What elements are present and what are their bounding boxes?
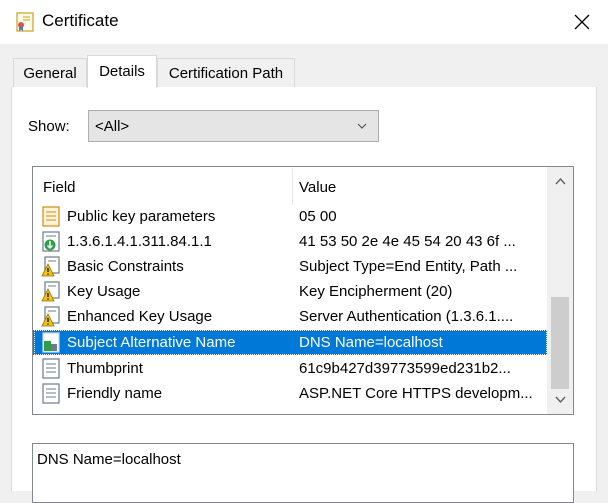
chevron-up-icon bbox=[554, 177, 566, 185]
row-value: 61c9b427d39773599ed231b2... bbox=[299, 360, 511, 377]
close-button[interactable] bbox=[560, 4, 604, 40]
fields-list[interactable]: Field Value Public key parameters 05 00 … bbox=[32, 166, 574, 415]
table-row[interactable]: Public key parameters 05 00 bbox=[33, 204, 547, 229]
document-icon bbox=[42, 206, 60, 227]
table-row[interactable]: Key Usage Key Encipherment (20) bbox=[33, 279, 547, 304]
window-title: Certificate bbox=[42, 11, 119, 30]
row-field: Public key parameters bbox=[67, 208, 216, 225]
row-value: Key Encipherment (20) bbox=[299, 283, 453, 300]
show-dropdown[interactable]: <All> bbox=[88, 110, 379, 142]
row-value: 05 00 bbox=[299, 208, 337, 225]
column-header-field[interactable]: Field bbox=[43, 179, 76, 196]
warning-document-icon bbox=[41, 306, 60, 327]
tab-certification-path[interactable]: Certification Path bbox=[157, 58, 295, 87]
row-field: Subject Alternative Name bbox=[67, 334, 236, 351]
field-detail-text: DNS Name=localhost bbox=[37, 451, 181, 468]
row-field: Key Usage bbox=[67, 283, 141, 300]
table-row[interactable]: Friendly name ASP.NET Core HTTPS develop… bbox=[33, 381, 547, 406]
tab-label: Details bbox=[99, 63, 145, 80]
scrollbar-thumb[interactable] bbox=[551, 297, 569, 389]
document-download-icon bbox=[42, 231, 60, 252]
close-icon bbox=[574, 14, 590, 30]
list-header: Field Value bbox=[33, 167, 547, 207]
table-row[interactable]: Enhanced Key Usage Server Authentication… bbox=[33, 304, 547, 329]
tab-general[interactable]: General bbox=[13, 58, 87, 87]
chevron-down-icon bbox=[554, 396, 566, 404]
row-field: Friendly name bbox=[67, 385, 163, 402]
row-field: Enhanced Key Usage bbox=[67, 308, 213, 325]
tab-label: General bbox=[23, 65, 77, 82]
certificate-icon bbox=[16, 12, 34, 32]
row-value: Subject Type=End Entity, Path ... bbox=[299, 258, 518, 275]
extension-document-icon bbox=[42, 332, 60, 353]
field-detail-textbox[interactable]: DNS Name=localhost bbox=[32, 443, 574, 503]
row-value: 41 53 50 2e 4e 45 54 20 43 6f ... bbox=[299, 233, 516, 250]
column-header-value[interactable]: Value bbox=[299, 179, 336, 196]
row-value: Server Authentication (1.3.6.1.... bbox=[299, 308, 514, 325]
row-field: Thumbprint bbox=[67, 360, 143, 377]
table-row[interactable]: 1.3.6.1.4.1.311.84.1.1 41 53 50 2e 4e 45… bbox=[33, 229, 547, 254]
document-icon bbox=[42, 383, 60, 404]
warning-document-icon bbox=[41, 256, 60, 277]
chevron-down-icon bbox=[357, 123, 367, 129]
row-value: DNS Name=localhost bbox=[299, 334, 443, 351]
tab-details[interactable]: Details bbox=[87, 55, 157, 88]
row-field: Basic Constraints bbox=[67, 258, 184, 275]
warning-document-icon bbox=[41, 281, 60, 302]
table-row[interactable]: Thumbprint 61c9b427d39773599ed231b2... bbox=[33, 356, 547, 381]
tab-label: Certification Path bbox=[168, 65, 284, 82]
scroll-up-button[interactable] bbox=[547, 170, 573, 192]
row-value: ASP.NET Core HTTPS developm... bbox=[299, 385, 533, 402]
title-bar: Certificate bbox=[0, 0, 608, 44]
scroll-down-button[interactable] bbox=[547, 389, 573, 411]
show-dropdown-value: <All> bbox=[95, 118, 130, 135]
table-row[interactable]: Basic Constraints Subject Type=End Entit… bbox=[33, 254, 547, 279]
vertical-scrollbar[interactable] bbox=[547, 167, 573, 414]
column-separator bbox=[292, 169, 293, 205]
show-label: Show: bbox=[28, 118, 70, 135]
row-field: 1.3.6.1.4.1.311.84.1.1 bbox=[67, 233, 212, 250]
table-row-selected[interactable]: Subject Alternative Name DNS Name=localh… bbox=[33, 330, 547, 355]
document-icon bbox=[42, 358, 60, 379]
